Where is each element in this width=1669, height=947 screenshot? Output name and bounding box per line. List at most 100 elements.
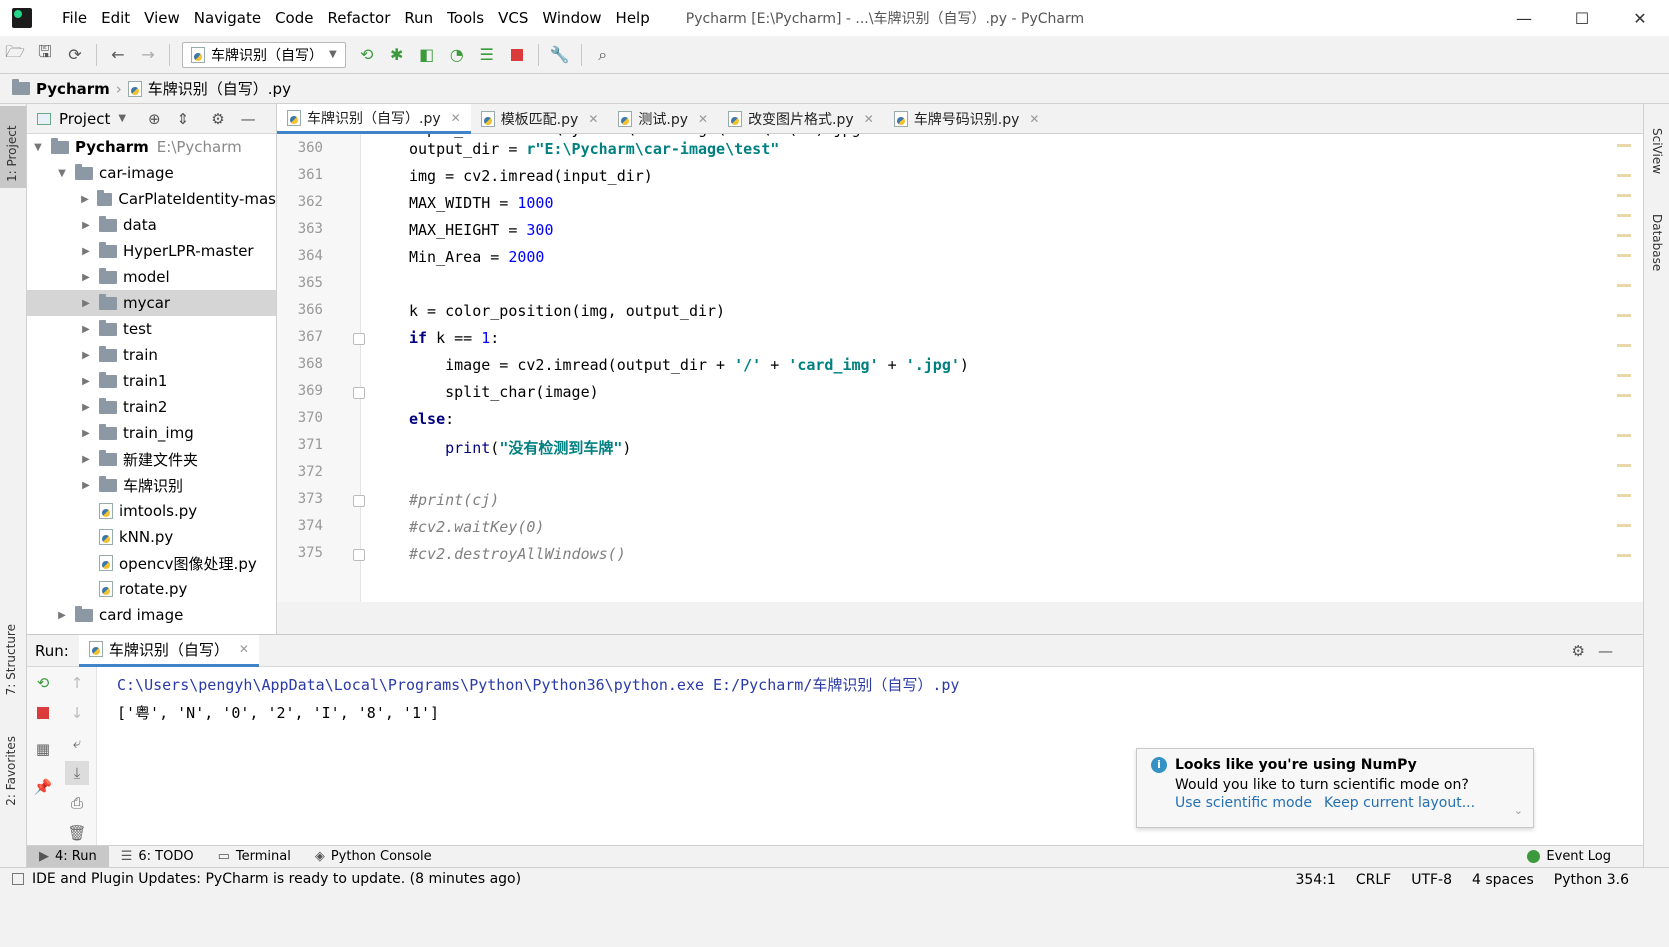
caret-position[interactable]: 354:1 <box>1295 872 1335 888</box>
search-icon[interactable]: ⌕ <box>588 40 618 70</box>
rerun-icon[interactable]: ⟲ <box>352 40 382 70</box>
chevron-right-icon[interactable]: ▶ <box>79 272 93 283</box>
code-editor[interactable]: 360 361 362 363 364 365 366 367 368 369 370 371 372 3… <box>277 134 1643 602</box>
tool-tab-todo[interactable]: ☰ 6: TODO <box>109 846 206 868</box>
menu-view[interactable]: View <box>144 9 180 27</box>
save-icon[interactable]: 🖫 <box>30 40 60 70</box>
tree-folder[interactable]: ▶ test <box>27 316 276 342</box>
tree-folder[interactable]: ▶ 新建文件夹 <box>27 446 276 472</box>
close-tab-icon[interactable]: ✕ <box>588 112 598 126</box>
chevron-right-icon[interactable]: ▶ <box>79 350 93 361</box>
menu-tools[interactable]: Tools <box>447 9 484 27</box>
forward-icon[interactable]: → <box>133 40 163 70</box>
tree-file[interactable]: rotate.py <box>27 576 276 602</box>
close-button[interactable]: ✕ <box>1611 0 1669 36</box>
tool-tab-database[interactable]: Database <box>1650 214 1664 271</box>
tree-folder[interactable]: ▶ mycar <box>27 290 276 316</box>
menu-window[interactable]: Window <box>542 9 601 27</box>
up-arrow-icon[interactable]: ↑ <box>65 671 89 695</box>
open-folder-icon[interactable]: 🗁 <box>0 40 30 70</box>
event-log-button[interactable]: Event Log <box>1515 846 1623 868</box>
close-tab-icon[interactable]: ✕ <box>698 112 708 126</box>
chevron-down-icon[interactable]: ▼ <box>55 168 69 179</box>
trash-icon[interactable]: 🗑 <box>65 821 89 845</box>
menu-run[interactable]: Run <box>404 9 433 27</box>
editor-tab[interactable]: 测试.py ✕ <box>608 104 718 134</box>
stop-icon[interactable] <box>502 40 532 70</box>
breadcrumb-project[interactable]: Pycharm <box>36 80 110 98</box>
maximize-button[interactable]: ☐ <box>1553 0 1611 36</box>
pin-icon[interactable]: 📌 <box>31 775 55 799</box>
profile-icon[interactable]: ◔ <box>442 40 472 70</box>
indent-setting[interactable]: 4 spaces <box>1472 872 1534 888</box>
tree-root[interactable]: ▼ Pycharm E:\Pycharm <box>27 134 276 160</box>
tool-tab-project[interactable]: 1: Project <box>0 106 26 188</box>
tree-folder[interactable]: ▶ HyperLPR-master <box>27 238 276 264</box>
menu-help[interactable]: Help <box>616 9 650 27</box>
chevron-right-icon[interactable]: ▶ <box>79 246 93 257</box>
back-icon[interactable]: ← <box>103 40 133 70</box>
chevron-right-icon[interactable]: ▶ <box>79 324 93 335</box>
file-encoding[interactable]: UTF-8 <box>1411 872 1452 888</box>
tool-tab-run[interactable]: ▶ 4: Run <box>27 845 109 868</box>
hide-icon[interactable]: — <box>1598 642 1613 660</box>
status-message[interactable]: IDE and Plugin Updates: PyCharm is ready… <box>32 871 521 887</box>
menu-vcs[interactable]: VCS <box>498 9 528 27</box>
project-view-select[interactable]: Project <box>59 110 110 128</box>
tree-folder[interactable]: ▶ train <box>27 342 276 368</box>
tree-folder[interactable]: ▶ CarPlateIdentity-mas <box>27 186 276 212</box>
python-interpreter[interactable]: Python 3.6 <box>1554 872 1629 888</box>
settings-wrench-icon[interactable]: 🔧 <box>545 40 575 70</box>
rerun-icon[interactable]: ⟲ <box>31 671 55 695</box>
fold-marker-icon[interactable] <box>353 495 365 507</box>
tree-folder[interactable]: ▶ train2 <box>27 394 276 420</box>
chevron-right-icon[interactable]: ▶ <box>79 428 93 439</box>
hide-icon[interactable]: — <box>241 110 256 128</box>
menu-navigate[interactable]: Navigate <box>194 9 261 27</box>
editor-tab[interactable]: 车牌识别（自写）.py ✕ <box>277 104 471 134</box>
close-tab-icon[interactable]: ✕ <box>864 112 874 126</box>
fold-marker-icon[interactable] <box>353 549 365 561</box>
tool-tab-structure[interactable]: 7: Structure <box>4 624 18 695</box>
status-panel-icon[interactable] <box>12 873 24 885</box>
fold-marker-icon[interactable] <box>353 387 365 399</box>
soft-wrap-icon[interactable]: ⤶ <box>65 731 89 755</box>
down-arrow-icon[interactable]: ↓ <box>65 701 89 725</box>
menu-edit[interactable]: Edit <box>101 9 130 27</box>
minimize-button[interactable]: — <box>1495 0 1553 36</box>
chevron-down-icon[interactable]: ⌄ <box>1514 804 1523 817</box>
tool-tab-terminal[interactable]: ▭ Terminal <box>206 846 303 868</box>
tree-folder[interactable]: ▶ card image <box>27 602 276 628</box>
menu-file[interactable]: File <box>62 9 87 27</box>
close-tab-icon[interactable]: ✕ <box>239 642 249 656</box>
stop-icon[interactable] <box>31 701 55 725</box>
line-separator[interactable]: CRLF <box>1356 872 1391 888</box>
tree-folder[interactable]: ▶ data <box>27 212 276 238</box>
layout-icon[interactable]: ▦ <box>31 737 55 761</box>
tree-folder[interactable]: ▶ model <box>27 264 276 290</box>
chevron-right-icon[interactable]: ▶ <box>79 480 93 491</box>
run-tab[interactable]: 车牌识别（自写） ✕ <box>78 634 259 667</box>
use-scientific-mode-link[interactable]: Use scientific mode <box>1175 795 1312 811</box>
tree-folder[interactable]: ▶ 车牌识别 <box>27 472 276 498</box>
chevron-right-icon[interactable]: ▶ <box>79 376 93 387</box>
tree-folder[interactable]: ▶ train1 <box>27 368 276 394</box>
breadcrumb-file[interactable]: 车牌识别（自写）.py <box>148 78 291 99</box>
coverage-icon[interactable]: ◧ <box>412 40 442 70</box>
menu-refactor[interactable]: Refactor <box>327 9 390 27</box>
tree-file[interactable]: imtools.py <box>27 498 276 524</box>
concurrency-icon[interactable]: ☰ <box>472 40 502 70</box>
collapse-all-icon[interactable]: ⇕ <box>177 110 190 128</box>
print-icon[interactable]: ⎙ <box>65 791 89 815</box>
chevron-right-icon[interactable]: ▶ <box>79 454 93 465</box>
tree-file[interactable]: kNN.py <box>27 524 276 550</box>
console-output[interactable]: C:\Users\pengyh\AppData\Local\Programs\P… <box>117 671 959 727</box>
debug-icon[interactable]: ✱ <box>382 40 412 70</box>
scroll-to-end-icon[interactable]: ⤓ <box>65 761 89 785</box>
tool-tab-python-console[interactable]: ◈ Python Console <box>303 846 444 868</box>
editor-tab[interactable]: 改变图片格式.py ✕ <box>718 104 884 134</box>
sync-icon[interactable]: ⟳ <box>60 40 90 70</box>
tree-folder[interactable]: ▼ car-image <box>27 160 276 186</box>
tool-tab-favorites[interactable]: 2: Favorites <box>4 736 18 806</box>
editor-tab[interactable]: 模板匹配.py ✕ <box>471 104 609 134</box>
